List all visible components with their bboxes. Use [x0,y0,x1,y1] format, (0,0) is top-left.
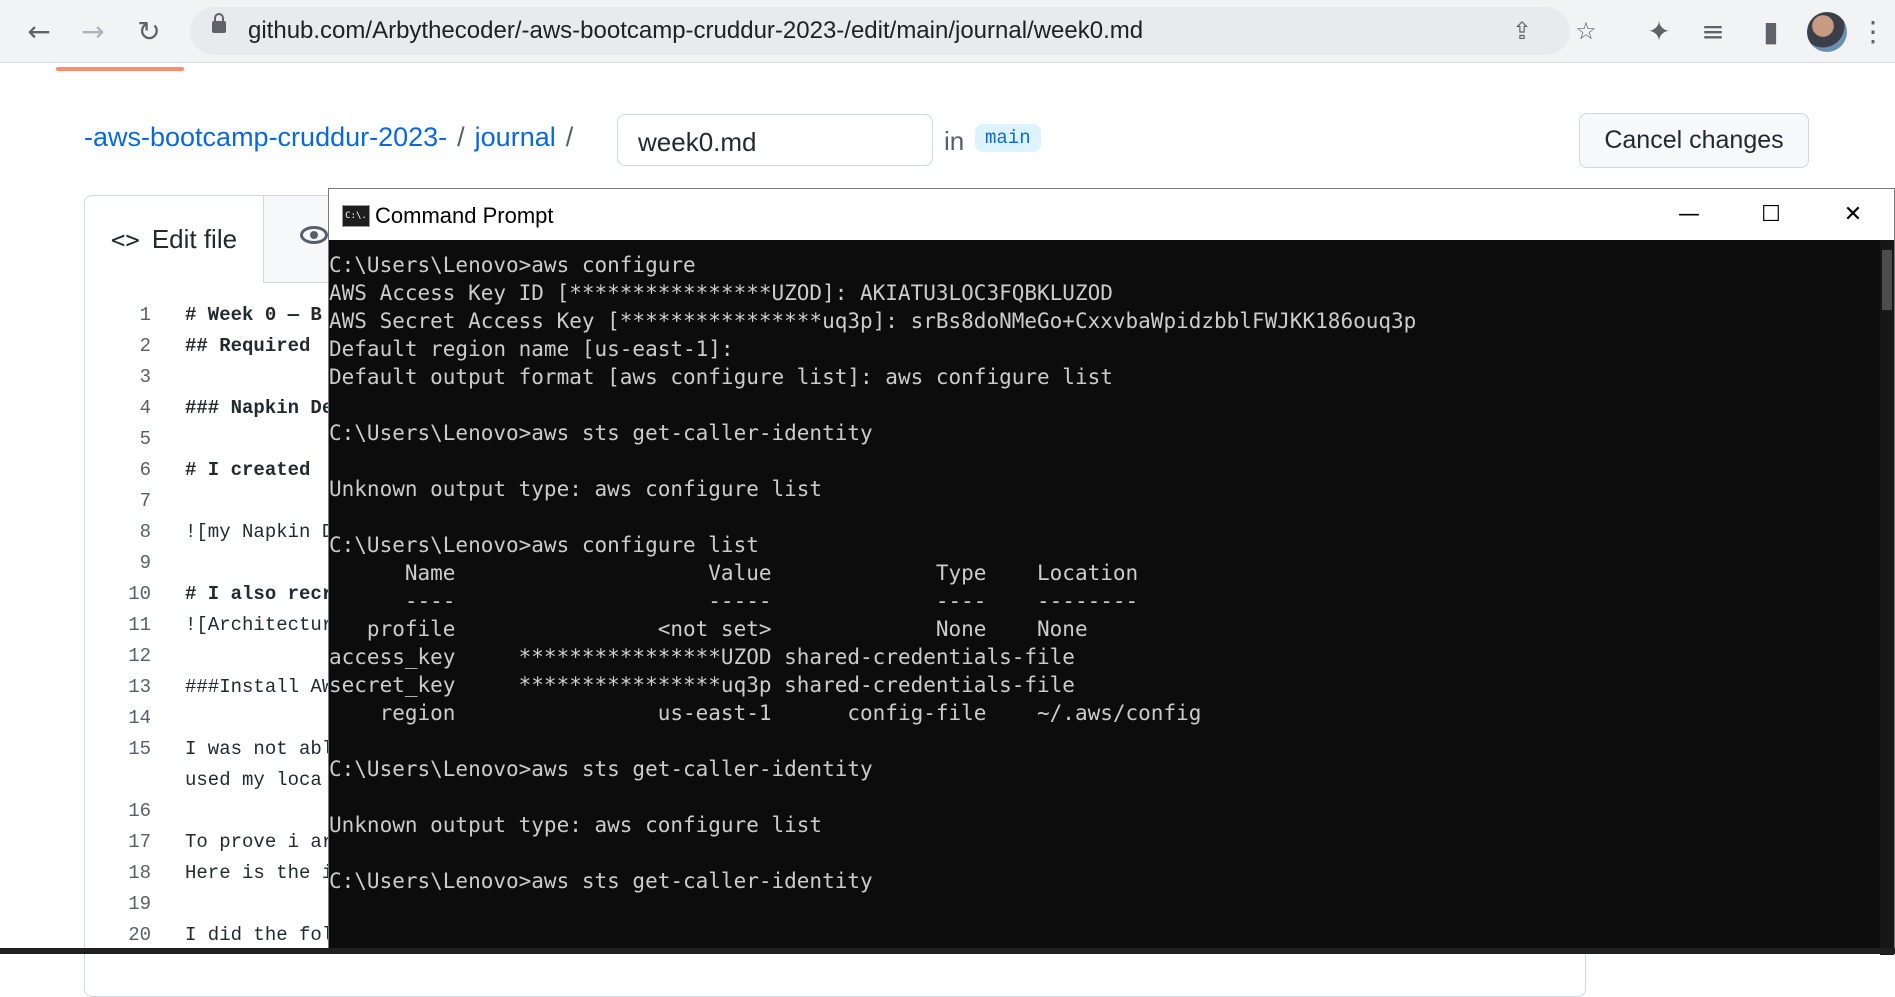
line-number: 18 [128,862,151,884]
reload-icon[interactable]: ↻ [128,10,170,52]
line-number: 10 [128,583,151,605]
branch-badge: main [975,124,1041,152]
cmd-app-icon: C:\. [342,205,370,227]
line-text: # Week 0 — B [185,304,322,326]
in-label: in [944,126,965,156]
console-line: AWS Access Key ID [****************UZOD]… [329,281,1113,305]
console-line: Default region name [us-east-1]: [329,337,734,361]
console-line: AWS Secret Access Key [****************u… [329,309,1417,333]
line-number: 12 [128,645,151,667]
line-text: used my loca [185,769,322,791]
line-number: 2 [139,335,151,357]
tab-accent-line [56,67,184,71]
line-number: 6 [139,459,151,481]
line-number: 17 [128,831,151,853]
sidepanel-icon[interactable]: ▮ [1750,10,1792,52]
extensions-icon[interactable]: ✦ [1638,10,1680,52]
console-line: Unknown output type: aws configure list [329,813,823,837]
console-line: access_key ****************UZOD shared-c… [329,645,1075,669]
line-number: 20 [128,924,151,946]
console-line: Default output format [aws configure lis… [329,365,1113,389]
star-icon[interactable]: ☆ [1570,15,1602,47]
media-icon[interactable]: ≡ [1692,10,1734,52]
url-text[interactable]: github.com/Arbythecoder/-aws-bootcamp-cr… [248,17,1143,45]
address-bar[interactable]: github.com/Arbythecoder/-aws-bootcamp-cr… [190,7,1597,55]
preview-eye-icon[interactable] [300,226,328,244]
profile-avatar[interactable] [1807,12,1847,52]
line-number: 3 [139,366,151,388]
console-line: C:\Users\Lenovo>aws sts get-caller-ident… [329,869,873,893]
share-icon[interactable]: ⇪ [1506,15,1538,47]
line-text: # I created [185,459,322,481]
line-text: ### Napkin De [185,397,334,419]
tab-edit-label: Edit file [151,224,238,254]
tab-edit-file[interactable]: <> Edit file [85,196,264,283]
line-number: 5 [139,428,151,450]
close-icon[interactable]: ✕ [1812,189,1894,240]
minimize-icon[interactable]: — [1648,189,1730,240]
line-text: # I also recr [185,583,334,605]
line-number: 16 [128,800,151,822]
line-number: 19 [128,893,151,915]
line-text: ###Install AW [185,676,334,698]
line-number: 8 [139,521,151,543]
menu-icon[interactable]: ⋮ [1858,10,1888,52]
filename-input[interactable]: week0.md [617,114,933,166]
console-line: secret_key ****************uq3p shared-c… [329,673,1075,697]
line-number: 4 [139,397,151,419]
breadcrumb-separator: / [565,122,574,152]
maximize-icon[interactable]: ☐ [1730,189,1812,240]
line-number: 7 [139,490,151,512]
line-number: 11 [128,614,151,636]
console-line: region us-east-1 config-file ~/.aws/conf… [329,701,1202,725]
folder-link[interactable]: journal [475,122,556,153]
console-line: ---- ----- ---- -------- [329,589,1139,613]
line-text: ## Required [185,335,322,357]
line-text: ![my Napkin D [185,521,334,543]
cmd-title: Command Prompt [375,203,554,228]
line-number: 14 [128,707,151,729]
line-text: To prove i ar [185,831,334,853]
scrollbar-thumb[interactable] [1882,250,1892,310]
breadcrumb: -aws-bootcamp-cruddur-2023- / journal / [84,122,583,153]
line-number: 9 [139,552,151,574]
console-line: Name Value Type Location [329,561,1139,585]
console-line: C:\Users\Lenovo>aws configure list [329,533,759,557]
console-line: C:\Users\Lenovo>aws sts get-caller-ident… [329,757,873,781]
repo-link[interactable]: -aws-bootcamp-cruddur-2023- [84,122,447,153]
forward-icon[interactable]: → [72,10,114,52]
line-text: I did the fol [185,924,334,946]
back-icon[interactable]: ← [18,10,60,52]
breadcrumb-separator: / [457,122,465,152]
taskbar-edge [0,948,1895,954]
line-number: 1 [139,304,151,326]
cmd-scrollbar[interactable] [1880,240,1894,955]
cancel-changes-button[interactable]: Cancel changes [1579,113,1809,168]
console-output[interactable]: C:\Users\Lenovo>aws configure AWS Access… [329,251,1894,895]
console-line: C:\Users\Lenovo>aws sts get-caller-ident… [329,421,873,445]
command-prompt-window[interactable]: C:\. Command Prompt — ☐ ✕ C:\Users\Lenov… [328,188,1895,955]
console-line: C:\Users\Lenovo>aws configure [329,253,696,277]
browser-toolbar: ← → ↻ github.com/Arbythecoder/-aws-bootc… [0,0,1895,63]
line-number: 13 [128,676,151,698]
line-text: Here is the i [185,862,334,884]
console-line: profile <not set> None None [329,617,1088,641]
code-icon: <> [110,225,140,254]
cmd-title-bar[interactable]: C:\. Command Prompt — ☐ ✕ [329,189,1894,240]
line-number: 15 [128,738,151,760]
line-text: I was not abl [185,738,334,760]
line-text: ![Architectur [185,614,334,636]
lock-icon[interactable] [212,13,226,33]
console-line: Unknown output type: aws configure list [329,477,823,501]
